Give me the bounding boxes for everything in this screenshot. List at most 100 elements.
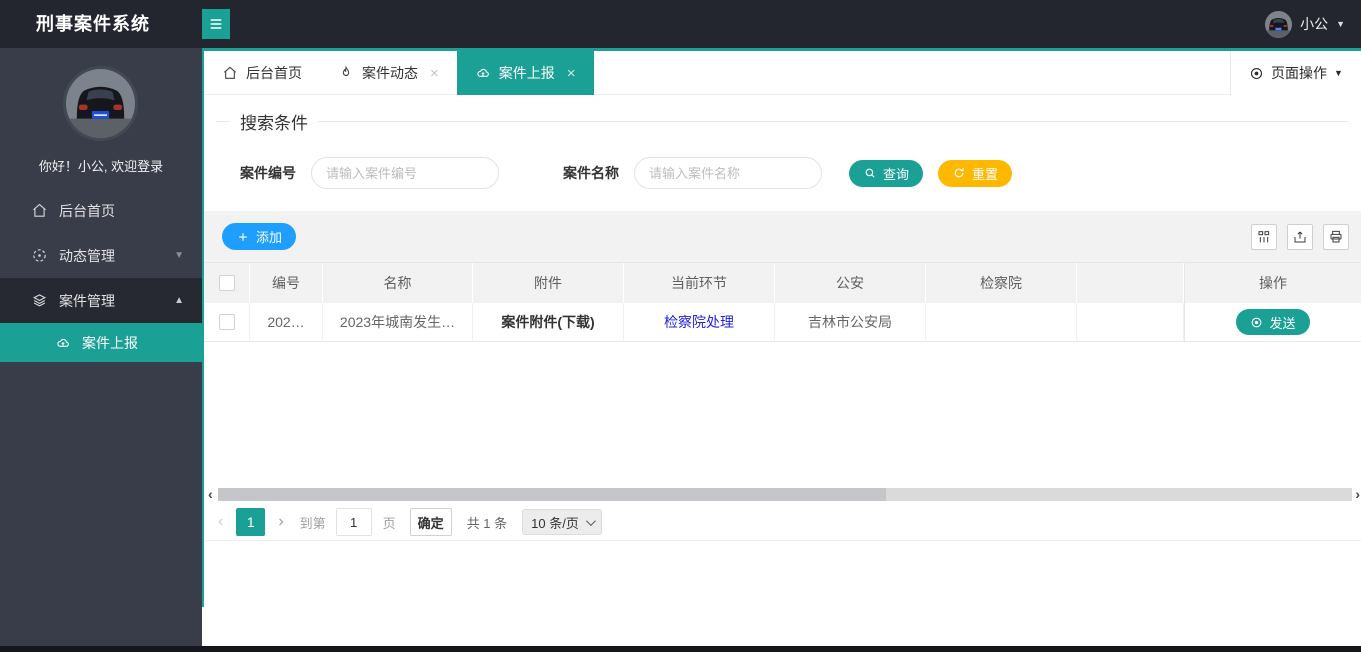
send-button-label: 发送: [1269, 315, 1296, 331]
scroll-left-icon[interactable]: ‹: [208, 487, 213, 502]
export-button[interactable]: [1287, 224, 1313, 250]
print-button[interactable]: [1323, 224, 1349, 250]
chevron-down-icon: ▼: [1334, 68, 1343, 78]
tab-close-icon[interactable]: ×: [567, 65, 576, 82]
column-header-procuratorate: 检察院: [926, 263, 1077, 303]
page-operations-dropdown[interactable]: 页面操作 ▼: [1230, 51, 1361, 95]
next-page-icon[interactable]: ›: [278, 513, 283, 531]
export-icon: [1294, 231, 1306, 243]
refresh-icon: [954, 168, 964, 178]
query-button[interactable]: 查询: [849, 159, 924, 187]
filter-columns-button[interactable]: [1251, 224, 1277, 250]
tab-home[interactable]: 后台首页: [204, 51, 320, 95]
sidebar-item-home[interactable]: 后台首页: [0, 188, 202, 233]
total-count-label: 共 1 条: [466, 515, 508, 531]
sidebar-item-case-report[interactable]: 案件上报: [0, 323, 202, 362]
tab-label: 案件上报: [498, 65, 555, 81]
current-page-button[interactable]: 1: [236, 508, 266, 536]
sidebar: 你好！小公, 欢迎登录 后台首页 动态管理 ▼ 案件管理 ▲ 案件上报: [0, 48, 202, 646]
table-bottom-border: [204, 540, 1361, 541]
scrollbar-thumb[interactable]: [218, 488, 886, 501]
add-button-label: 添加: [256, 230, 283, 245]
horizontal-scrollbar: ‹ ›: [204, 487, 1361, 502]
send-button[interactable]: 发送: [1236, 309, 1310, 335]
prev-page-icon[interactable]: ‹: [218, 513, 223, 531]
dot-circle-icon: [1250, 67, 1263, 79]
welcome-text: 你好！小公, 欢迎登录: [38, 159, 164, 174]
case-name-label: 案件名称: [563, 165, 619, 181]
page-size-select[interactable]: 10 条/页: [522, 509, 602, 535]
layers-icon: [32, 294, 47, 307]
dashed-circle-icon: [33, 249, 46, 262]
printer-icon: [1330, 230, 1342, 243]
case-name-input[interactable]: [634, 157, 822, 189]
tab-bar: 后台首页 案件动态 × 案件上报 ×: [204, 51, 1361, 95]
cell-name: 2023年城南发生…: [323, 303, 473, 342]
scrollbar-track[interactable]: [218, 488, 1352, 501]
cell-id: 202…: [250, 303, 323, 342]
table-header-row: 编号 名称 附件 当前环节 公安 检察院 操作: [204, 263, 1361, 303]
goto-page-input[interactable]: [335, 508, 372, 536]
sidebar-item-label: 案件管理: [59, 292, 115, 309]
cloud-upload-icon: [477, 68, 489, 77]
table-tool-icons: [1251, 224, 1349, 250]
window-bottom-edge: [0, 646, 1361, 652]
hamburger-icon: [210, 19, 222, 29]
column-header-blank: [1077, 263, 1184, 303]
case-table: 编号 名称 附件 当前环节 公安 检察院 操作 202… 2023年城南发生… …: [204, 263, 1361, 342]
legend-line: [216, 120, 230, 122]
case-number-input[interactable]: [311, 157, 499, 189]
column-header-actions: 操作: [1184, 263, 1361, 303]
cell-blank: [1077, 303, 1184, 342]
home-icon: [223, 66, 237, 79]
column-header-attachment: 附件: [473, 263, 624, 303]
table-row: 202… 2023年城南发生… 案件附件(下载) 检察院处理 吉林市公安局 发送: [204, 303, 1361, 342]
tab-label: 后台首页: [246, 65, 302, 81]
chevron-up-icon: ▲: [174, 295, 184, 306]
tab-case-report[interactable]: 案件上报 ×: [456, 51, 594, 95]
cell-police: 吉林市公安局: [775, 303, 926, 342]
cloud-upload-icon: [57, 338, 69, 347]
cell-procuratorate: [926, 303, 1077, 342]
user-name: 小公: [1300, 16, 1329, 32]
tab-case-dynamic[interactable]: 案件动态 ×: [320, 51, 457, 95]
flame-icon: [342, 65, 350, 76]
main-content: 后台首页 案件动态 × 案件上报 × 页面操作 ▼ 搜索条件 案件编号 请输入案…: [202, 48, 1361, 652]
reset-button[interactable]: 重置: [938, 159, 1013, 187]
user-caret-down-icon: ▼: [1336, 19, 1345, 29]
cell-stage-link[interactable]: 检察院处理: [624, 303, 775, 342]
cell-attachment-link[interactable]: 案件附件(下载): [473, 303, 624, 342]
search-section-legend: 搜索条件: [216, 110, 1348, 133]
app-title: 刑事案件系统: [36, 14, 150, 34]
goto-prefix-label: 到第: [299, 515, 326, 531]
select-all-checkbox[interactable]: [218, 275, 235, 291]
select-all-cell: [204, 263, 250, 303]
pagination: ‹ 1 › 到第 页 确定 共 1 条 10 条/页: [218, 508, 602, 536]
scroll-right-icon[interactable]: ›: [1355, 487, 1360, 502]
sidebar-avatar: [63, 66, 138, 141]
column-header-id: 编号: [250, 263, 323, 303]
sidebar-item-case-mgmt[interactable]: 案件管理 ▲: [0, 278, 202, 323]
dot-circle-icon: [1252, 317, 1262, 327]
home-icon: [33, 203, 46, 217]
sidebar-item-label: 动态管理: [59, 247, 115, 264]
search-icon: [865, 168, 875, 178]
tab-close-icon[interactable]: ×: [430, 65, 439, 82]
goto-suffix-label: 页: [382, 515, 396, 531]
user-avatar: [1265, 10, 1293, 38]
page-operations-label: 页面操作: [1271, 65, 1328, 81]
confirm-page-button[interactable]: 确定: [409, 508, 452, 536]
sidebar-item-label: 案件上报: [82, 334, 138, 351]
plus-icon: [239, 232, 247, 241]
add-button[interactable]: 添加: [222, 223, 297, 250]
app-window: 刑事案件系统 小公 ▼ 你好！小公, 欢迎登录 后台首页 动态管理 ▼ 案件管理…: [0, 0, 1361, 652]
user-menu[interactable]: 小公 ▼: [1265, 0, 1345, 48]
sidebar-item-label: 后台首页: [59, 202, 115, 219]
legend-line: [318, 120, 1348, 122]
chevron-down-icon: ▼: [174, 250, 184, 261]
row-checkbox[interactable]: [218, 314, 235, 330]
reset-button-label: 重置: [972, 166, 999, 182]
sidebar-toggle-button[interactable]: [202, 9, 230, 39]
query-button-label: 查询: [883, 166, 910, 182]
sidebar-item-dynamic-mgmt[interactable]: 动态管理 ▼: [0, 233, 202, 278]
